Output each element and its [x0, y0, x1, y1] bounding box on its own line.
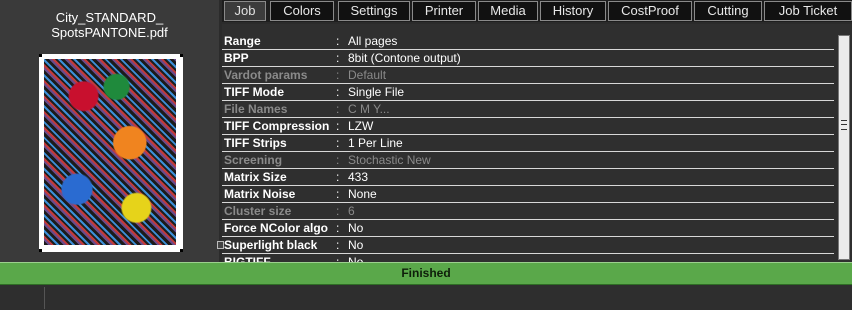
param-value: No: [348, 221, 364, 235]
param-separator: :: [336, 153, 340, 167]
job-parameters-list: Range : All pages BPP : 8bit (Contone ou…: [222, 24, 852, 262]
param-value: No: [348, 238, 364, 252]
param-value: C M Y...: [348, 102, 390, 116]
tab-colors[interactable]: Colors: [270, 1, 334, 21]
param-separator: :: [336, 255, 340, 262]
param-label: BPP: [224, 51, 249, 65]
crop-mark: [39, 249, 42, 252]
param-label: Screening: [224, 153, 283, 167]
tab-cutting[interactable]: Cutting: [694, 1, 762, 21]
file-name-line1: City_STANDARD_: [55, 10, 164, 25]
param-value: 1 Per Line: [348, 136, 403, 150]
param-separator: :: [336, 187, 340, 201]
param-label: Cluster size: [224, 204, 292, 218]
param-row-force-ncolor-algo[interactable]: Force NColor algo : No: [222, 220, 834, 237]
param-value: No: [348, 255, 364, 262]
page-thumbnail[interactable]: [39, 54, 183, 252]
param-value: 433: [348, 170, 369, 184]
tab-bar: Job Colors Settings Printer Media Histor…: [222, 0, 852, 22]
param-row-tiff-strips[interactable]: TIFF Strips : 1 Per Line: [222, 135, 834, 152]
param-row-bpp[interactable]: BPP : 8bit (Contone output): [222, 50, 834, 67]
param-value: Default: [348, 68, 387, 82]
param-separator: :: [336, 34, 340, 48]
param-value: Stochastic New: [348, 153, 431, 167]
param-label: Force NColor algo: [224, 221, 329, 235]
param-label: TIFF Compression: [224, 119, 330, 133]
param-label: Matrix Noise: [224, 187, 296, 201]
param-label: Matrix Size: [224, 170, 287, 184]
job-status-bar: Finished: [0, 262, 852, 285]
tab-costproof[interactable]: CostProof: [608, 1, 692, 21]
param-separator: :: [336, 51, 340, 65]
param-value: 8bit (Contone output): [348, 51, 461, 65]
file-name-line2: SpotsPANTONE.pdf: [51, 25, 168, 40]
param-row-vardot-params: Vardot params : Default: [222, 67, 834, 84]
param-row-screening: Screening : Stochastic New: [222, 152, 834, 169]
param-separator: :: [336, 102, 340, 116]
param-row-matrix-size[interactable]: Matrix Size : 433: [222, 169, 834, 186]
param-row-superlight-black[interactable]: Superlight black : No: [222, 237, 834, 254]
params-scrollbar[interactable]: [838, 35, 850, 260]
scrollbar-grip-icon[interactable]: [841, 120, 847, 130]
param-separator: :: [336, 238, 340, 252]
param-separator: :: [336, 221, 340, 235]
tab-history[interactable]: History: [540, 1, 606, 21]
crop-mark: [180, 249, 183, 252]
tab-job[interactable]: Job: [224, 1, 266, 21]
param-row-tiff-compression[interactable]: TIFF Compression : LZW: [222, 118, 834, 135]
param-separator: :: [336, 136, 340, 150]
param-value: None: [348, 187, 377, 201]
param-separator: :: [336, 204, 340, 218]
param-label: Vardot params: [224, 68, 308, 82]
file-name: City_STANDARD_ SpotsPANTONE.pdf: [0, 10, 219, 40]
toolbar-divider: [44, 287, 45, 309]
tab-media[interactable]: Media: [478, 1, 538, 21]
crop-mark: [180, 54, 183, 57]
tab-job-ticket[interactable]: Job Ticket: [764, 1, 852, 21]
param-separator: :: [336, 85, 340, 99]
param-row-bigtiff[interactable]: BIGTIFF : No: [222, 254, 834, 262]
param-separator: :: [336, 119, 340, 133]
param-label: File Names: [224, 102, 288, 116]
param-label: TIFF Strips: [224, 136, 287, 150]
param-row-matrix-noise[interactable]: Matrix Noise : None: [222, 186, 834, 203]
job-preview-panel: City_STANDARD_ SpotsPANTONE.pdf: [0, 0, 219, 262]
param-label: Range: [224, 34, 261, 48]
crop-mark: [39, 54, 42, 57]
param-row-file-names: File Names : C M Y...: [222, 101, 834, 118]
param-value: All pages: [348, 34, 398, 48]
param-value: 6: [348, 204, 355, 218]
param-row-range[interactable]: Range : All pages: [222, 33, 834, 50]
param-value: Single File: [348, 85, 405, 99]
bottom-toolbar: [0, 285, 852, 310]
param-separator: :: [336, 170, 340, 184]
thumbnail-image: [44, 59, 176, 245]
splitter-handle[interactable]: [217, 241, 224, 249]
param-label: BIGTIFF: [224, 255, 271, 262]
tab-settings[interactable]: Settings: [338, 1, 410, 21]
param-label: TIFF Mode: [224, 85, 284, 99]
param-separator: :: [336, 68, 340, 82]
tab-printer[interactable]: Printer: [412, 1, 476, 21]
param-row-cluster-size: Cluster size : 6: [222, 203, 834, 220]
param-label: Superlight black: [224, 238, 318, 252]
param-row-tiff-mode[interactable]: TIFF Mode : Single File: [222, 84, 834, 101]
param-value: LZW: [348, 119, 374, 133]
